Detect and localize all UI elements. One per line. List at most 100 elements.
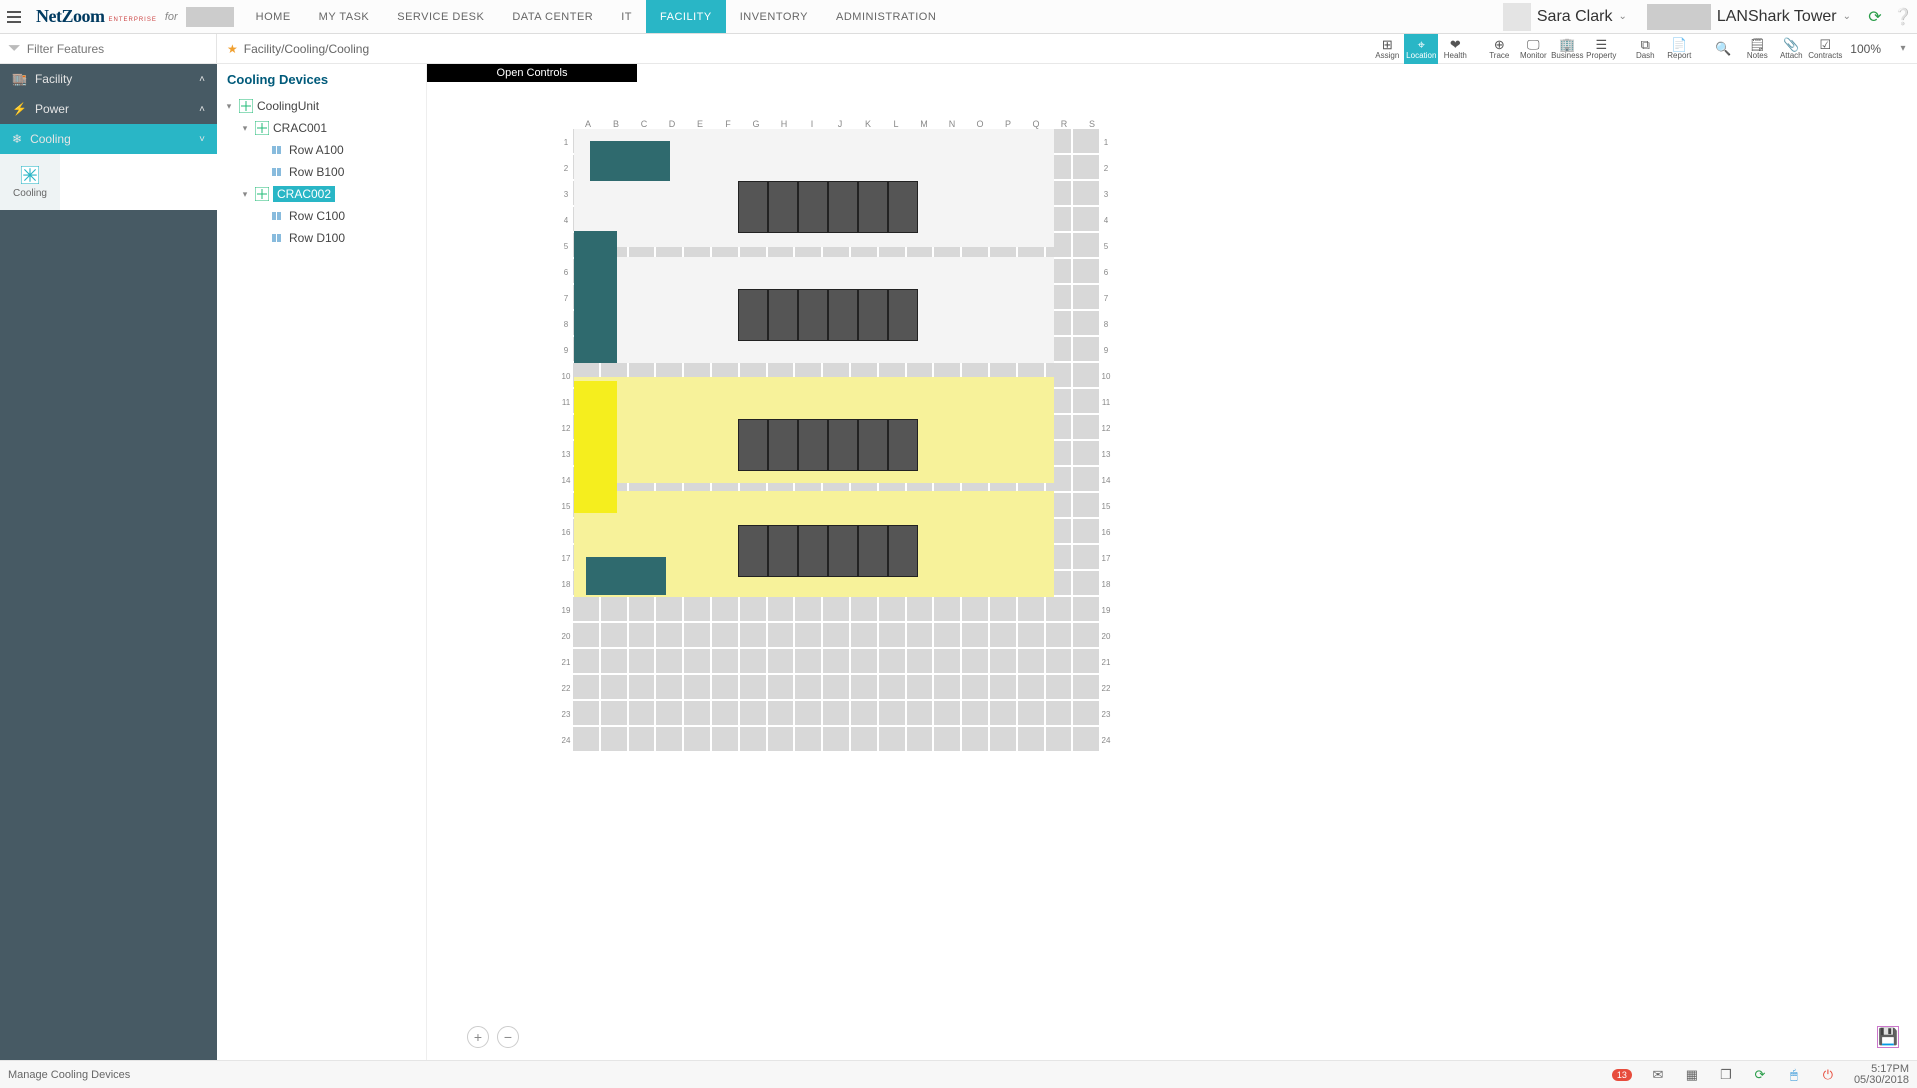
left-sidebar: 🏬Facility˄⚡Power˄❄Cooling˅ Cooling bbox=[0, 64, 217, 1060]
menu-item-my-task[interactable]: MY TASK bbox=[305, 0, 384, 33]
toolbar-contracts-button[interactable]: ☑Contracts bbox=[1808, 34, 1842, 64]
toolbar-location-button[interactable]: ⌖Location bbox=[1404, 34, 1438, 64]
tree-node-row-c100[interactable]: Row C100 bbox=[217, 205, 426, 227]
windows-icon[interactable]: ❐ bbox=[1718, 1067, 1734, 1083]
toolbar-notes-button[interactable]: 🗒Notes bbox=[1740, 34, 1774, 64]
toolbar-trace-button[interactable]: ⊕Trace bbox=[1482, 34, 1516, 64]
toolbar-property-button[interactable]: ☰Property bbox=[1584, 34, 1618, 64]
device-tree: ▾CoolingUnit▾CRAC001Row A100Row B100▾CRA… bbox=[217, 95, 426, 249]
grid-row-12: 1212 bbox=[562, 415, 1110, 441]
notification-badge[interactable]: 13 bbox=[1612, 1069, 1632, 1081]
toolbar-search-button[interactable]: 🔍 bbox=[1706, 34, 1740, 64]
fan-icon bbox=[239, 99, 253, 113]
sidebar-item-facility[interactable]: 🏬Facility˄ bbox=[0, 64, 217, 94]
tree-node-row-a100[interactable]: Row A100 bbox=[217, 139, 426, 161]
sidebar-sub-cooling[interactable]: Cooling bbox=[0, 154, 60, 210]
tree-node-coolingunit[interactable]: ▾CoolingUnit bbox=[217, 95, 426, 117]
toolbar-attach-button[interactable]: 📎Attach bbox=[1774, 34, 1808, 64]
open-controls-button[interactable]: Open Controls bbox=[427, 64, 637, 82]
fan-icon bbox=[255, 121, 269, 135]
facility-icon: 🏬 bbox=[12, 72, 27, 86]
filter-input[interactable] bbox=[27, 42, 208, 56]
sidebar-item-cooling[interactable]: ❄Cooling˅ bbox=[0, 124, 217, 154]
brand-text: NetZoom bbox=[36, 6, 104, 27]
grid-row-5: 55 bbox=[562, 233, 1110, 259]
zoom-out-button[interactable]: − bbox=[497, 1026, 519, 1048]
location-menu[interactable]: LANShark Tower ⌄ bbox=[1637, 0, 1861, 33]
status-clock: 5:17PM05/30/2018 bbox=[1854, 1064, 1909, 1086]
sync-icon[interactable]: ⟳ bbox=[1752, 1067, 1768, 1083]
panel-icon[interactable]: ▦ bbox=[1684, 1067, 1700, 1083]
toolbar-report-button[interactable]: 📄Report bbox=[1662, 34, 1696, 64]
grid-row-22: 2222 bbox=[562, 675, 1110, 701]
zoom-percent[interactable]: 100% bbox=[1842, 34, 1889, 63]
status-bar: Manage Cooling Devices 13 ✉ ▦ ❐ ⟳ 🖱 ⏻ 5:… bbox=[0, 1060, 1917, 1088]
menu-item-inventory[interactable]: INVENTORY bbox=[726, 0, 822, 33]
app-logo[interactable]: NetZoom ENTERPRISE for bbox=[28, 6, 242, 27]
save-button[interactable]: 💾 bbox=[1877, 1026, 1899, 1048]
mail-icon[interactable]: ✉ bbox=[1650, 1067, 1666, 1083]
tree-node-row-b100[interactable]: Row B100 bbox=[217, 161, 426, 183]
sidebar-item-power[interactable]: ⚡Power˄ bbox=[0, 94, 217, 124]
trace-icon: ⊕ bbox=[1494, 38, 1505, 51]
menu-item-administration[interactable]: ADMINISTRATION bbox=[822, 0, 950, 33]
grid-row-11: 1111 bbox=[562, 389, 1110, 415]
power-icon[interactable]: ⏻ bbox=[1820, 1067, 1836, 1083]
main-menu: HOMEMY TASKSERVICE DESKDATA CENTERITFACI… bbox=[242, 0, 951, 33]
menu-item-data-center[interactable]: DATA CENTER bbox=[498, 0, 607, 33]
monitor-icon: 🖵 bbox=[1527, 38, 1540, 51]
tree-node-row-d100[interactable]: Row D100 bbox=[217, 227, 426, 249]
chevron-down-icon: ⌄ bbox=[1843, 11, 1851, 22]
row-icon bbox=[271, 143, 285, 157]
menu-item-it[interactable]: IT bbox=[607, 0, 646, 33]
toggle-icon[interactable]: ▾ bbox=[239, 189, 251, 200]
tree-header: Cooling Devices bbox=[217, 64, 426, 95]
toolbar-health-button[interactable]: ❤Health bbox=[1438, 34, 1472, 64]
help-icon[interactable]: ❔ bbox=[1889, 3, 1917, 31]
cooling-icon: ❄ bbox=[12, 132, 22, 146]
column-headers: ABCDEFGHIJKLMNOPQRS bbox=[574, 119, 1110, 129]
contracts-icon: ☑ bbox=[1819, 38, 1831, 51]
location-name: LANShark Tower bbox=[1717, 8, 1837, 26]
toggle-icon[interactable]: ▾ bbox=[239, 123, 251, 134]
search-icon: 🔍 bbox=[1715, 42, 1731, 55]
report-icon: 📄 bbox=[1671, 38, 1687, 51]
floor-grid[interactable]: 1122334455667788991010111112121313141415… bbox=[562, 129, 1110, 759]
grid-row-9: 99 bbox=[562, 337, 1110, 363]
refresh-icon[interactable]: ⟳ bbox=[1861, 3, 1889, 31]
tree-node-crac002[interactable]: ▾CRAC002 bbox=[217, 183, 426, 205]
fan-icon bbox=[255, 187, 269, 201]
menu-item-service-desk[interactable]: SERVICE DESK bbox=[383, 0, 498, 33]
zoom-controls: + − bbox=[467, 1026, 519, 1048]
top-nav: NetZoom ENTERPRISE for HOMEMY TASKSERVIC… bbox=[0, 0, 1917, 34]
cooling-icon bbox=[21, 166, 39, 184]
chevron-icon: ˄ bbox=[199, 74, 205, 85]
grid-row-21: 2121 bbox=[562, 649, 1110, 675]
row-icon bbox=[271, 165, 285, 179]
toolbar-business-button[interactable]: 🏢Business bbox=[1550, 34, 1584, 64]
toolbar-monitor-button[interactable]: 🖵Monitor bbox=[1516, 34, 1550, 64]
grid-row-17: 1717 bbox=[562, 545, 1110, 571]
chevron-down-icon: ⌄ bbox=[1618, 11, 1626, 22]
grid-row-2: 22 bbox=[562, 155, 1110, 181]
toggle-icon[interactable]: ▾ bbox=[223, 101, 235, 112]
toolbar-dash-button[interactable]: ⧉Dash bbox=[1628, 34, 1662, 64]
toolbar-assign-button[interactable]: ⊞Assign bbox=[1370, 34, 1404, 64]
mouse-icon[interactable]: 🖱 bbox=[1786, 1067, 1802, 1083]
star-icon[interactable]: ★ bbox=[227, 42, 238, 56]
brand-image bbox=[186, 7, 234, 27]
grid-row-3: 33 bbox=[562, 181, 1110, 207]
chevron-icon: ˅ bbox=[199, 134, 205, 145]
zoom-in-button[interactable]: + bbox=[467, 1026, 489, 1048]
hamburger-icon[interactable] bbox=[0, 0, 28, 34]
user-menu[interactable]: Sara Clark ⌄ bbox=[1493, 0, 1637, 33]
breadcrumb: ★ Facility/Cooling/Cooling bbox=[217, 34, 379, 63]
menu-item-facility[interactable]: FACILITY bbox=[646, 0, 726, 33]
tree-node-crac001[interactable]: ▾CRAC001 bbox=[217, 117, 426, 139]
property-icon: ☰ bbox=[1595, 38, 1607, 51]
zoom-dropdown-icon[interactable]: ▾ bbox=[1889, 34, 1917, 62]
grid-row-14: 1414 bbox=[562, 467, 1110, 493]
floor-canvas[interactable]: Open Controls ABCDEFGHIJKLMNOPQRS bbox=[427, 64, 1917, 1060]
grid-row-10: 1010 bbox=[562, 363, 1110, 389]
menu-item-home[interactable]: HOME bbox=[242, 0, 305, 33]
